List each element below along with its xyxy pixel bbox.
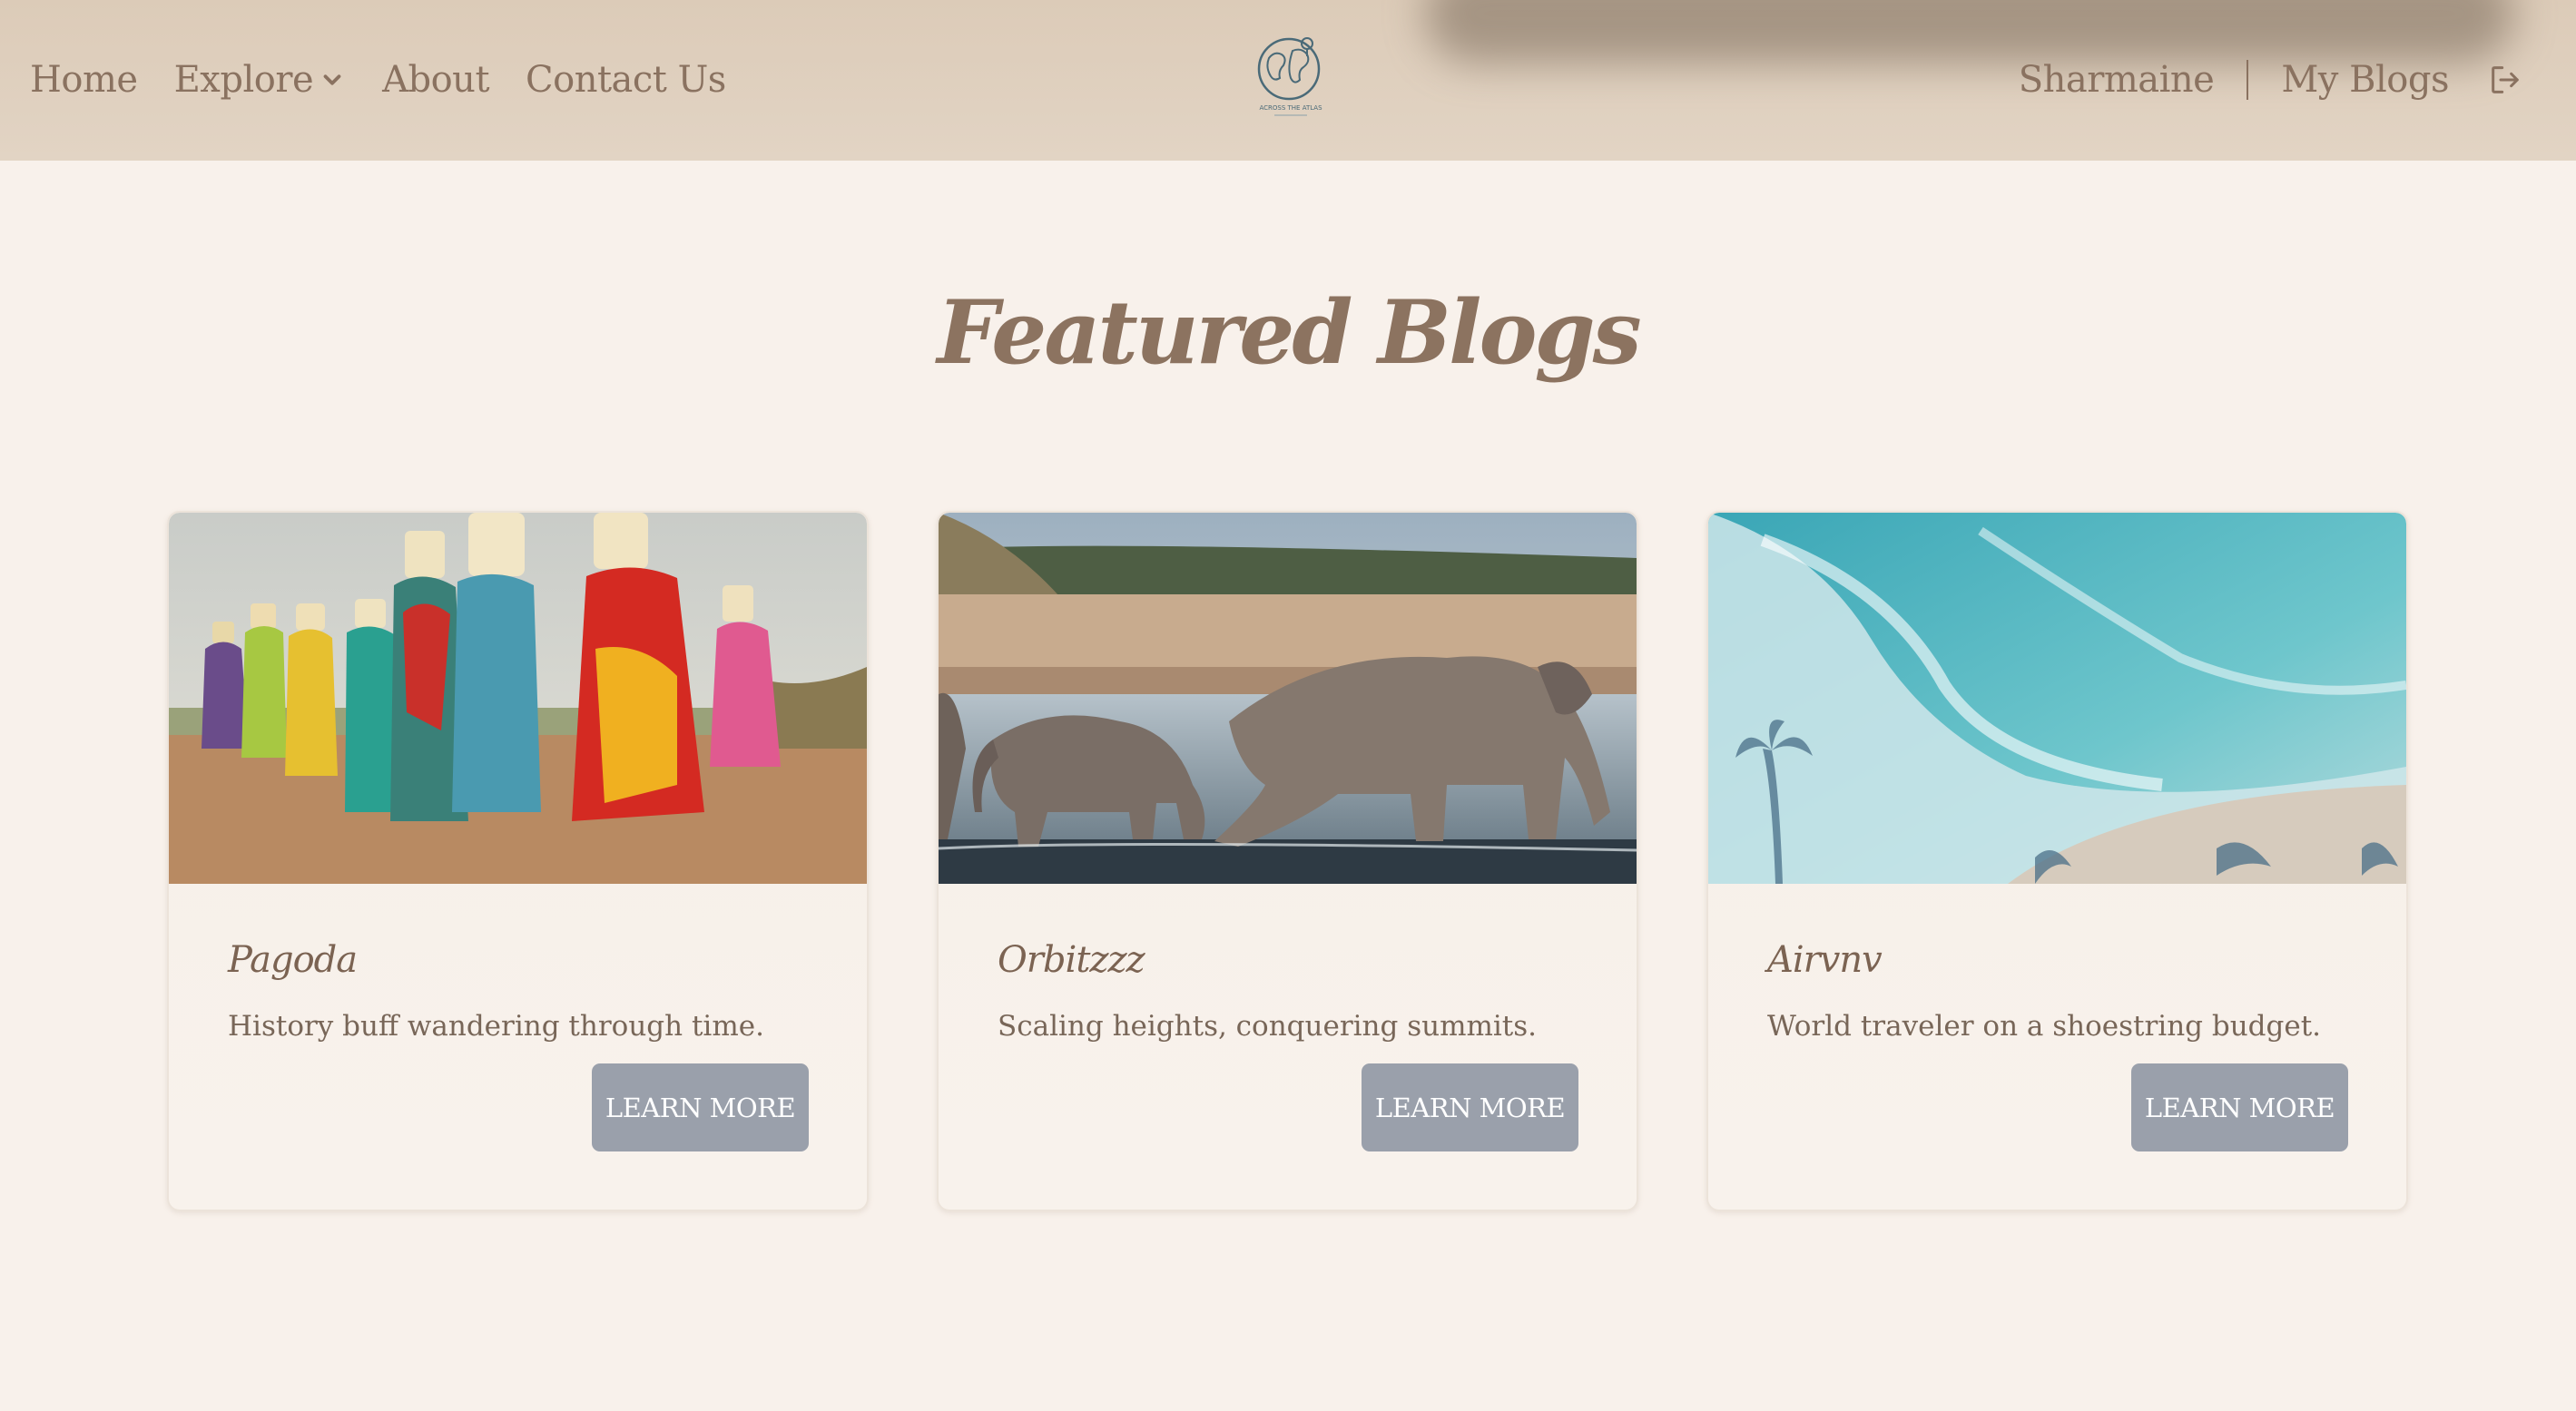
card-description: World traveler on a shoestring budget. <box>1767 1010 2322 1043</box>
logout-icon[interactable] <box>2487 62 2523 98</box>
site-logo[interactable]: ACROSS THE ATLAS <box>1247 31 1334 122</box>
blog-card: Orbitzzz Scaling heights, conquering sum… <box>937 511 1638 1211</box>
user-profile-link[interactable]: Sharmaine <box>2019 51 2215 109</box>
card-title: Pagoda <box>228 939 358 981</box>
card-image-ocean-beach[interactable] <box>1708 513 2406 884</box>
logo-text: ACROSS THE ATLAS <box>1259 104 1322 112</box>
my-blogs-link[interactable]: My Blogs <box>2281 51 2449 109</box>
learn-more-button[interactable]: LEARN MORE <box>1362 1063 1578 1151</box>
nav-explore-dropdown[interactable]: Explore <box>174 51 347 109</box>
nav-contact-link[interactable]: Contact Us <box>526 51 726 109</box>
top-nav-bar: Home Explore About Contact Us ACROSS THE… <box>0 0 2576 161</box>
nav-divider <box>2247 60 2249 100</box>
learn-more-button[interactable]: LEARN MORE <box>2131 1063 2348 1151</box>
card-image-elephants[interactable] <box>939 513 1637 884</box>
nav-explore-label: Explore <box>173 59 314 101</box>
nav-left-group: Home Explore About Contact Us <box>30 51 726 109</box>
page-title: Featured Blogs <box>937 281 1641 384</box>
chevron-down-icon <box>323 74 341 85</box>
nav-right-group: Sharmaine My Blogs <box>2019 51 2523 109</box>
learn-more-button[interactable]: LEARN MORE <box>592 1063 809 1151</box>
blog-card: Pagoda History buff wandering through ti… <box>167 511 869 1211</box>
card-image-women-water[interactable] <box>169 513 867 884</box>
card-description: History buff wandering through time. <box>228 1010 764 1043</box>
card-description: Scaling heights, conquering summits. <box>998 1010 1538 1043</box>
blog-card: Airvnv World traveler on a shoestring bu… <box>1706 511 2408 1211</box>
nav-home-link[interactable]: Home <box>30 51 138 109</box>
card-title: Orbitzzz <box>998 939 1145 981</box>
nav-about-link[interactable]: About <box>382 51 489 109</box>
card-title: Airvnv <box>1767 939 1883 981</box>
globe-logo-icon: ACROSS THE ATLAS <box>1257 37 1322 116</box>
